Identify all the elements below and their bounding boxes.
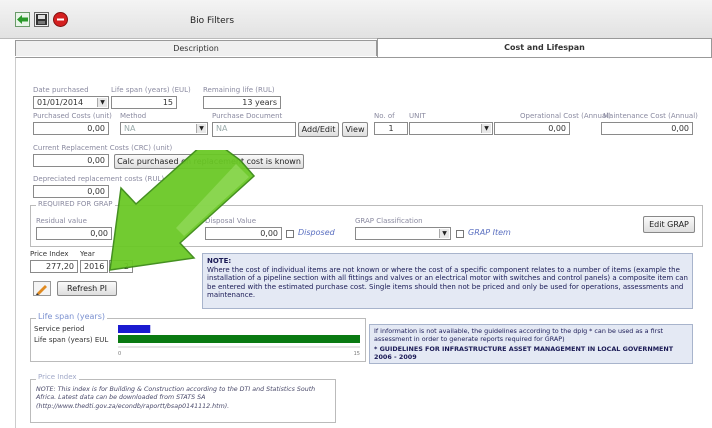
chevron-down-icon: ▼ [196, 124, 206, 133]
grap-classification-label: GRAP Classification [355, 217, 423, 225]
chevron-down-icon: ▼ [97, 98, 107, 107]
no-of-label: No. of [374, 112, 395, 120]
year-label: Year [80, 250, 95, 258]
axis-min-label: 0 [118, 351, 121, 356]
guidelines-box: If information is not available, the gui… [369, 324, 693, 364]
method-select[interactable]: NA ▼ [120, 122, 208, 135]
remaining-life-field: 13 years [203, 96, 281, 109]
maintenance-cost-label: Maintenance Cost (Annual) [603, 112, 698, 120]
add-edit-button[interactable]: Add/Edit [298, 122, 339, 137]
no-of-field[interactable]: 1 [374, 122, 408, 135]
operational-cost-label: Operational Cost (Annual) [520, 112, 611, 120]
eul-label: Life span (years) EUL [34, 336, 109, 344]
remaining-life-label: Remaining life (RUL) [203, 86, 275, 94]
edit-grap-button[interactable]: Edit GRAP [643, 216, 695, 233]
window-title: Bio Filters [190, 16, 235, 26]
service-period-label: Service period [34, 325, 85, 333]
guidelines-title: * GUIDELINES FOR INFRASTRUCTURE ASSET MA… [374, 345, 674, 361]
method-value: NA [124, 124, 136, 133]
price-index-label: Price Index [30, 250, 69, 258]
tab-cost-and-lifespan[interactable]: Cost and Lifespan [377, 38, 712, 58]
purchase-document-label: Purchase Document [212, 112, 283, 120]
price-note-title: Price Index [36, 373, 79, 381]
tab-description-label: Description [173, 44, 219, 53]
price-index-field[interactable]: 277,20 [30, 260, 78, 273]
life-span-field[interactable]: 15 [111, 96, 177, 109]
tab-description[interactable]: Description [15, 40, 377, 56]
purchase-document-field[interactable]: NA [212, 122, 296, 137]
depreciated-field: 0,00 [33, 185, 109, 198]
life-span-label: Life span (years) (EUL) [111, 86, 191, 94]
grap-item-checkbox[interactable] [456, 230, 464, 238]
operational-cost-field[interactable]: 0,00 [494, 122, 570, 135]
lifespan-chart: 0 15 [118, 325, 360, 356]
disk-icon [36, 14, 47, 25]
maintenance-cost-field[interactable]: 0,00 [601, 122, 693, 135]
purchased-costs-label: Purchased Costs (unit) [33, 112, 112, 120]
life-span-panel-title: Life span (years) [36, 312, 107, 321]
edit-pencil-button[interactable] [33, 281, 51, 296]
disposed-checkbox[interactable] [286, 230, 294, 238]
residual-label: Residual value [36, 217, 87, 225]
note-body: Where the cost of individual items are n… [207, 265, 688, 300]
disposed-label: Disposed [298, 228, 335, 237]
chevron-down-icon: ▼ [481, 124, 491, 133]
residual-field[interactable]: 0,00 [36, 227, 112, 240]
crc-field[interactable]: 0,00 [33, 154, 109, 167]
back-button[interactable] [15, 12, 30, 27]
green-arrow-annotation-icon [109, 150, 256, 271]
tab-cost-label: Cost and Lifespan [504, 43, 585, 52]
method-label: Method [120, 112, 147, 120]
date-purchased-label: Date purchased [33, 86, 89, 94]
date-purchased-field[interactable]: 01/01/2014 ▼ [33, 96, 109, 109]
save-button[interactable] [34, 12, 49, 27]
grap-item-label: GRAP Item [468, 228, 511, 237]
red-minus-icon [57, 18, 64, 21]
pencil-icon [36, 285, 47, 295]
date-purchased-value: 01/01/2014 [37, 98, 84, 107]
service-period-bar [118, 325, 151, 333]
unit-label: UNIT [409, 112, 426, 120]
note-title: NOTE: [207, 257, 232, 265]
grap-classification-select[interactable]: ▼ [355, 227, 451, 240]
note-box: NOTE: Where the cost of individual items… [202, 253, 693, 309]
unit-select[interactable]: ▼ [409, 122, 493, 135]
year-field[interactable]: 2016 [80, 260, 108, 273]
refresh-pi-button[interactable]: Refresh PI [57, 281, 117, 296]
price-note-text: NOTE: This index is for Building & Const… [36, 386, 316, 410]
grap-group-title: REQUIRED FOR GRAP [36, 200, 115, 208]
guidelines-text: If information is not available, the gui… [374, 327, 664, 343]
green-arrow-icon [17, 15, 28, 24]
chevron-down-icon: ▼ [439, 229, 449, 238]
title-bar [0, 0, 712, 39]
axis-max-label: 15 [354, 351, 360, 356]
eul-bar [118, 335, 360, 343]
view-button[interactable]: View [342, 122, 368, 137]
delete-button[interactable] [53, 12, 68, 27]
purchased-costs-field[interactable]: 0,00 [33, 122, 109, 135]
